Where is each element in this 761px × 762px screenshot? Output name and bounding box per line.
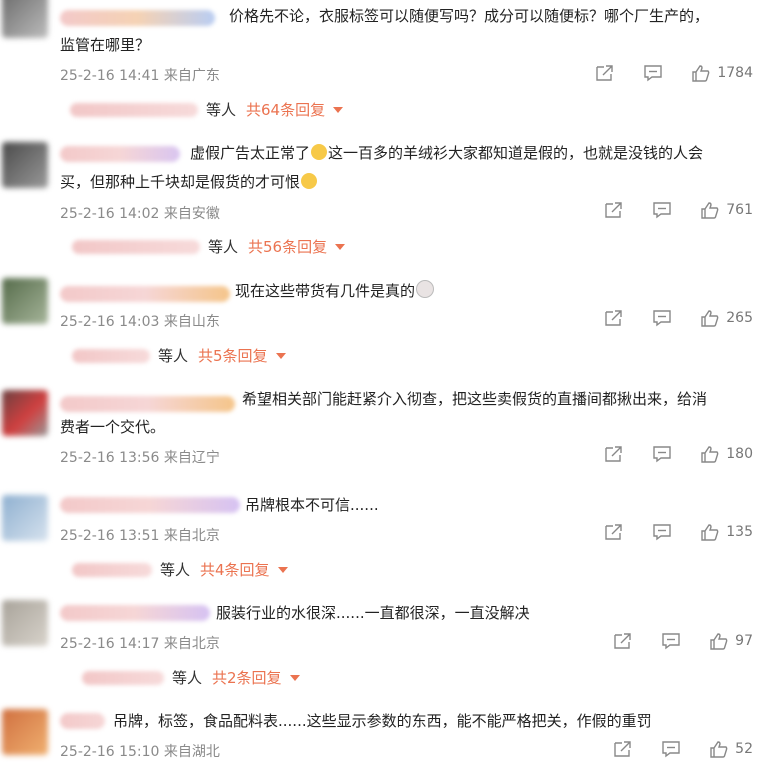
comment-text-part: 这一百多的羊绒衫大家都知道是假的，也就是没钱的人会 — [328, 144, 704, 162]
like-icon[interactable] — [709, 632, 729, 650]
dropdown-caret-icon[interactable] — [275, 352, 286, 359]
smirk-emoji-icon — [311, 144, 328, 160]
view-replies-link[interactable]: 共5条回复 — [198, 345, 268, 366]
comment-icon[interactable] — [661, 632, 681, 650]
username-blurred[interactable] — [60, 713, 105, 729]
replier-names-blurred — [72, 562, 152, 577]
comment-text-part: 买，但那种上千块却是假货的才可恨 — [60, 173, 301, 191]
dropdown-caret-icon[interactable] — [289, 674, 300, 681]
comment-meta: 25-2-16 13:56 来自辽宁 — [60, 450, 220, 466]
comment-text: 吊牌，标签，食品配料表......这些显示参数的东西，能不能严格把关，作假的重罚 — [113, 712, 652, 730]
like-count: 265 — [726, 310, 753, 326]
share-icon[interactable] — [613, 632, 633, 650]
view-replies-link[interactable]: 共56条回复 — [248, 236, 327, 257]
like-icon[interactable] — [700, 309, 720, 327]
comment-text: 现在这些带货有几件是真的 — [235, 278, 435, 305]
avatar[interactable] — [2, 278, 48, 324]
like-count: 180 — [726, 446, 753, 462]
comment-text-line2: 监管在哪里？ — [60, 36, 151, 54]
username-blurred[interactable] — [60, 286, 230, 302]
replies-prefix: 等人 — [208, 238, 239, 256]
comment-icon[interactable] — [652, 201, 672, 219]
username-blurred[interactable] — [60, 396, 235, 412]
comment-meta: 25-2-16 14:17 来自北京 — [60, 636, 220, 652]
like-icon[interactable] — [691, 64, 711, 82]
replies-row: 等人 共4条回复 — [72, 559, 288, 580]
dropdown-caret-icon[interactable] — [335, 243, 346, 250]
comment-actions: 180 — [576, 445, 753, 463]
avatar[interactable] — [2, 495, 48, 541]
username-blurred[interactable] — [60, 10, 215, 26]
share-icon[interactable] — [604, 309, 624, 327]
replier-names-blurred — [72, 239, 200, 254]
like-count: 135 — [726, 524, 753, 540]
comment-actions: 265 — [576, 309, 753, 327]
comment-actions: 97 — [585, 632, 753, 650]
avatar[interactable] — [2, 0, 48, 38]
replies-prefix: 等人 — [160, 561, 191, 579]
comment-actions: 135 — [576, 523, 753, 541]
dropdown-caret-icon[interactable] — [277, 566, 288, 573]
share-icon[interactable] — [604, 523, 624, 541]
replies-prefix: 等人 — [206, 101, 237, 119]
view-replies-link[interactable]: 共64条回复 — [246, 99, 325, 120]
view-replies-link[interactable]: 共2条回复 — [212, 667, 282, 688]
replies-row: 等人 共64条回复 — [70, 99, 344, 120]
comment-meta: 25-2-16 13:51 来自北京 — [60, 528, 220, 544]
comment-actions: 761 — [576, 201, 753, 219]
comment-icon[interactable] — [661, 740, 681, 758]
avatar[interactable] — [2, 709, 48, 755]
comment-meta: 25-2-16 15:10 来自湖北 — [60, 744, 220, 760]
like-icon[interactable] — [709, 740, 729, 758]
share-icon[interactable] — [604, 201, 624, 219]
comment-actions: 52 — [585, 740, 753, 758]
replies-row: 等人 共2条回复 — [82, 667, 300, 688]
comment-text-part: 虚假广告太正常了 — [190, 144, 311, 162]
comment-meta: 25-2-16 14:41 来自广东 — [60, 68, 220, 84]
avatar[interactable] — [2, 600, 48, 646]
like-count: 1784 — [717, 65, 753, 81]
comment-text: 虚假广告太正常了 这一百多的羊绒衫大家都知道是假的，也就是没钱的人会 — [190, 140, 703, 167]
like-count: 761 — [726, 202, 753, 218]
comment-list: 价格先不论，衣服标签可以随便写吗？成分可以随便标？哪个厂生产的， 监管在哪里？ … — [0, 0, 761, 762]
replies-row: 等人 共5条回复 — [72, 345, 286, 366]
comment-icon[interactable] — [652, 309, 672, 327]
comment-text: 希望相关部门能赶紧介入彻查，把这些卖假货的直播间都揪出来，给消 — [242, 390, 708, 408]
comment-meta: 25-2-16 14:02 来自安徽 — [60, 206, 220, 222]
dropdown-caret-icon[interactable] — [333, 106, 344, 113]
comment-icon[interactable] — [652, 445, 672, 463]
replies-prefix: 等人 — [158, 347, 189, 365]
replies-row: 等人 共56条回复 — [72, 236, 346, 257]
share-icon[interactable] — [604, 445, 624, 463]
username-blurred[interactable] — [60, 146, 180, 162]
comment-text: 服装行业的水很深......一直都很深，一直没解决 — [216, 604, 530, 622]
replier-names-blurred — [82, 670, 164, 685]
username-blurred[interactable] — [60, 605, 210, 621]
like-icon[interactable] — [700, 523, 720, 541]
smirk-emoji-icon — [301, 173, 318, 189]
share-icon[interactable] — [613, 740, 633, 758]
like-icon[interactable] — [700, 201, 720, 219]
comment-actions: 1784 — [567, 64, 753, 82]
view-replies-link[interactable]: 共4条回复 — [200, 559, 270, 580]
comment-icon[interactable] — [643, 64, 663, 82]
comment-text: 吊牌根本不可信...... — [245, 496, 379, 514]
like-count: 52 — [735, 741, 753, 757]
avatar[interactable] — [2, 142, 48, 188]
replies-prefix: 等人 — [172, 669, 203, 687]
comment-text-line2: 买，但那种上千块却是假货的才可恨 — [60, 169, 318, 196]
replier-names-blurred — [72, 348, 150, 363]
dizzy-face-emoji-icon — [416, 280, 435, 298]
like-count: 97 — [735, 633, 753, 649]
replier-names-blurred — [70, 102, 198, 117]
like-icon[interactable] — [700, 445, 720, 463]
comment-meta: 25-2-16 14:03 来自山东 — [60, 314, 220, 330]
comment-text: 价格先不论，衣服标签可以随便写吗？成分可以随便标？哪个厂生产的， — [229, 7, 710, 25]
avatar[interactable] — [2, 390, 48, 436]
comment-text-part: 现在这些带货有几件是真的 — [235, 282, 416, 300]
share-icon[interactable] — [595, 64, 615, 82]
comment-text-line2: 费者一个交代。 — [60, 418, 166, 436]
comment-icon[interactable] — [652, 523, 672, 541]
username-blurred[interactable] — [60, 497, 240, 513]
